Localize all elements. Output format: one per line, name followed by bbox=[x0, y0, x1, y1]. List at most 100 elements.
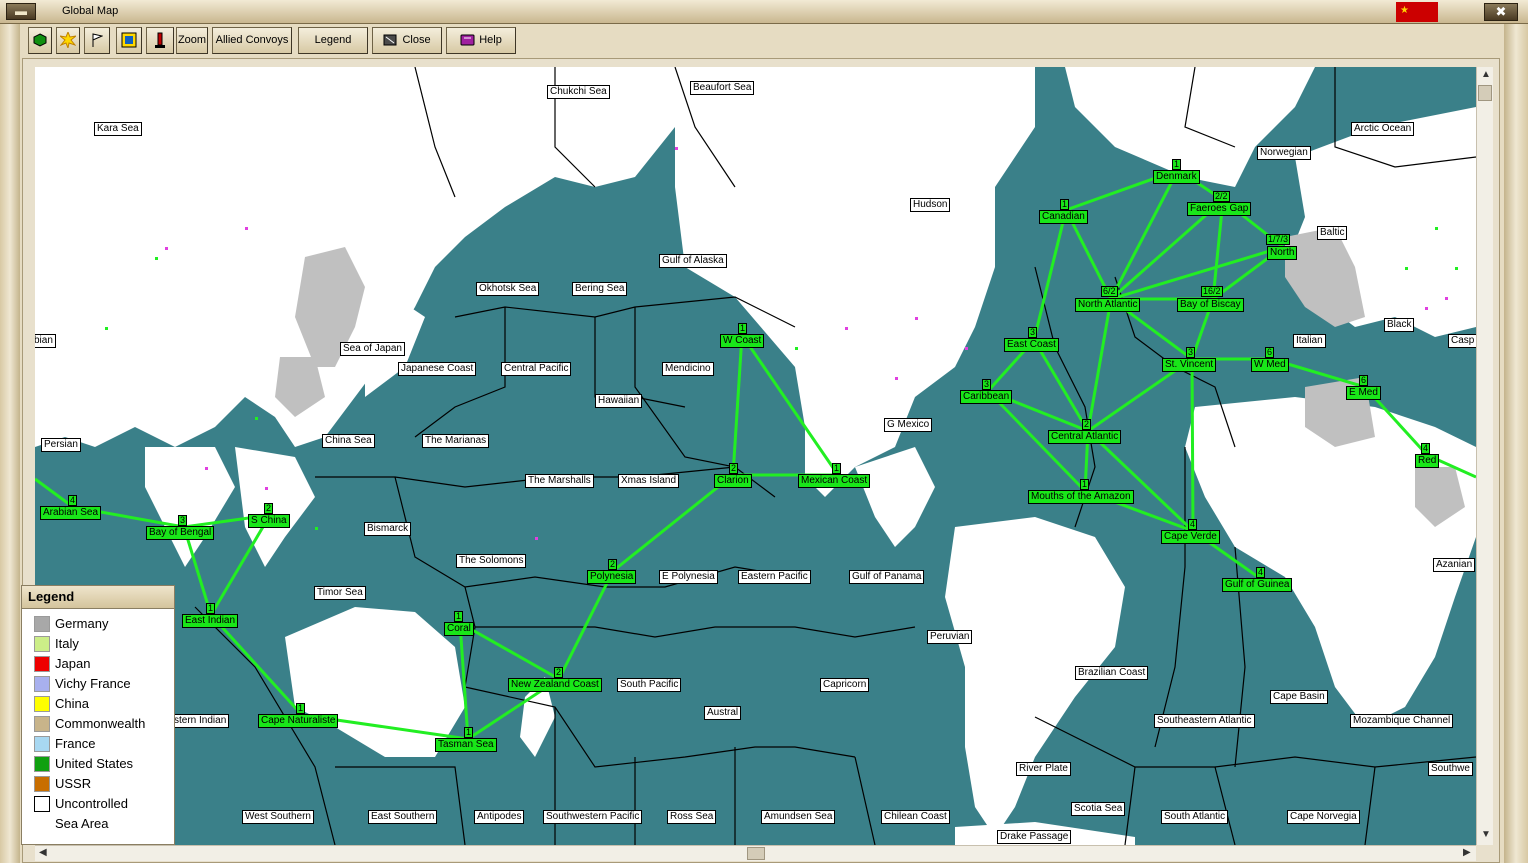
convoy-zone-label[interactable]: Arabian Sea bbox=[40, 506, 102, 520]
convoy-zone-label[interactable]: Red bbox=[1415, 454, 1440, 468]
scroll-right-icon[interactable]: ▶ bbox=[1463, 847, 1471, 858]
convoy-zone-label[interactable]: Cape Verde bbox=[1161, 530, 1220, 544]
sea-label[interactable]: Hawaiian bbox=[595, 394, 643, 408]
show-units-button[interactable] bbox=[28, 27, 52, 54]
convoy-zone-label[interactable]: North bbox=[1267, 246, 1298, 260]
sea-label[interactable]: Brazilian Coast bbox=[1075, 666, 1149, 680]
sea-label[interactable]: Okhotsk Sea bbox=[476, 282, 540, 296]
sea-label[interactable]: Ross Sea bbox=[667, 810, 717, 824]
scroll-left-icon[interactable]: ◀ bbox=[39, 847, 47, 858]
zoom-button[interactable]: Zoom bbox=[176, 27, 208, 54]
sea-label[interactable]: Bering Sea bbox=[572, 282, 628, 296]
sea-label[interactable]: Sea of Japan bbox=[340, 342, 405, 356]
sea-label[interactable]: South Atlantic bbox=[1161, 810, 1229, 824]
sea-label[interactable]: Timor Sea bbox=[314, 586, 366, 600]
sea-label[interactable]: Southwe bbox=[1428, 762, 1473, 776]
sea-label[interactable]: Hudson bbox=[910, 198, 951, 212]
scroll-down-icon[interactable]: ▼ bbox=[1481, 829, 1491, 840]
sea-label[interactable]: West Southern bbox=[242, 810, 314, 824]
sea-label[interactable]: Austral bbox=[704, 706, 742, 720]
convoy-zone-label[interactable]: Cape Naturaliste bbox=[258, 714, 339, 728]
allied-convoys-button[interactable]: Allied Convoys bbox=[212, 27, 292, 54]
sea-label[interactable]: East Southern bbox=[368, 810, 438, 824]
close-window-button[interactable]: ✖ bbox=[1484, 3, 1518, 21]
convoy-zone-label[interactable]: Mexican Coast bbox=[798, 474, 871, 488]
convoy-zone-label[interactable]: North Atlantic bbox=[1075, 298, 1141, 312]
convoy-zone-label[interactable]: Caribbean bbox=[960, 390, 1013, 404]
global-map[interactable]: Kara Sea Chukchi Sea Beaufort Sea Arctic… bbox=[35, 67, 1476, 845]
show-leaders-button[interactable] bbox=[146, 27, 174, 54]
convoy-zone-label[interactable]: Denmark bbox=[1153, 170, 1200, 184]
sea-label[interactable]: The Marshalls bbox=[525, 474, 594, 488]
sea-label[interactable]: China Sea bbox=[322, 434, 375, 448]
vertical-scroll-thumb[interactable] bbox=[1478, 85, 1492, 101]
scroll-up-icon[interactable]: ▲ bbox=[1481, 69, 1491, 80]
convoy-zone-label[interactable]: Clarion bbox=[714, 474, 752, 488]
convoy-zone-label[interactable]: New Zealand Coast bbox=[508, 678, 602, 692]
title-bar[interactable]: ▬ Global Map ★ ✖ bbox=[0, 0, 1528, 24]
sea-label[interactable]: Cape Basin bbox=[1270, 690, 1328, 704]
convoy-zone-label[interactable]: Faeroes Gap bbox=[1187, 202, 1252, 216]
sea-label[interactable]: Baltic bbox=[1317, 226, 1348, 240]
sea-label[interactable]: Gulf of Panama bbox=[849, 570, 925, 584]
sea-label[interactable]: Beaufort Sea bbox=[690, 81, 755, 95]
sea-label[interactable]: Cape Norvegia bbox=[1287, 810, 1360, 824]
sea-label[interactable]: Gulf of Alaska bbox=[659, 254, 727, 268]
sea-label[interactable]: bian bbox=[35, 334, 56, 348]
sea-label[interactable]: Azanian bbox=[1433, 558, 1476, 572]
sea-label[interactable]: Peruvian bbox=[927, 630, 973, 644]
sea-label[interactable]: Southeastern Atlantic bbox=[1154, 714, 1255, 728]
show-combat-button[interactable] bbox=[56, 27, 80, 54]
convoy-zone-label[interactable]: Coral bbox=[444, 622, 474, 636]
convoy-zone-label[interactable]: S China bbox=[248, 514, 290, 528]
convoy-zone-label[interactable]: W Med bbox=[1251, 358, 1289, 372]
convoy-zone-label[interactable]: Central Atlantic bbox=[1048, 430, 1122, 444]
sea-label[interactable]: Antipodes bbox=[474, 810, 525, 824]
vertical-scrollbar[interactable]: ▲ ▼ bbox=[1476, 67, 1493, 845]
convoy-zone-label[interactable]: St. Vincent bbox=[1162, 358, 1217, 372]
convoy-zone-label[interactable]: Gulf of Guinea bbox=[1222, 578, 1293, 592]
convoy-zone-label[interactable]: Tasman Sea bbox=[435, 738, 497, 752]
sea-label[interactable]: Japanese Coast bbox=[398, 362, 477, 376]
sea-label[interactable]: Norwegian bbox=[1257, 146, 1311, 160]
sea-label[interactable]: Bismarck bbox=[364, 522, 412, 536]
convoy-zone-label[interactable]: Mouths of the Amazon bbox=[1028, 490, 1134, 504]
sea-label[interactable]: Scotia Sea bbox=[1071, 802, 1126, 816]
show-flags-button[interactable] bbox=[84, 27, 110, 54]
convoy-zone-label[interactable]: Polynesia bbox=[587, 570, 637, 584]
sea-label[interactable]: The Marianas bbox=[422, 434, 490, 448]
convoy-zone-label[interactable]: East Coast bbox=[1004, 338, 1059, 352]
convoy-zone-label[interactable]: East Indian bbox=[182, 614, 239, 628]
convoy-zone-label[interactable]: Bay of Bengal bbox=[146, 526, 215, 540]
sea-label[interactable]: Persian bbox=[41, 438, 81, 452]
sea-label[interactable]: Southwestern Pacific bbox=[543, 810, 643, 824]
sea-label[interactable]: Casp bbox=[1448, 334, 1476, 348]
sea-label[interactable]: Central Pacific bbox=[501, 362, 572, 376]
sea-label[interactable]: Italian bbox=[1293, 334, 1326, 348]
sea-label[interactable]: Eastern Pacific bbox=[738, 570, 811, 584]
sea-label[interactable]: Chukchi Sea bbox=[547, 85, 610, 99]
horizontal-scroll-thumb[interactable] bbox=[747, 847, 765, 860]
legend-button[interactable]: Legend bbox=[298, 27, 368, 54]
sea-label[interactable]: Chilean Coast bbox=[881, 810, 950, 824]
help-button[interactable]: Help bbox=[446, 27, 516, 54]
sea-label[interactable]: E Polynesia bbox=[659, 570, 718, 584]
sea-label[interactable]: South Pacific bbox=[617, 678, 682, 692]
sea-label[interactable]: Drake Passage bbox=[997, 830, 1072, 844]
game-menu-icon[interactable]: ▬ bbox=[6, 3, 36, 20]
horizontal-scrollbar[interactable]: ◀ ▶ bbox=[35, 845, 1476, 861]
convoy-zone-label[interactable]: W Coast bbox=[720, 334, 765, 348]
sea-label[interactable]: stern Indian bbox=[171, 714, 230, 728]
sea-label[interactable]: Arctic Ocean bbox=[1351, 122, 1415, 136]
sea-label[interactable]: Mendicino bbox=[662, 362, 714, 376]
sea-label[interactable]: G Mexico bbox=[884, 418, 933, 432]
sea-label[interactable]: Amundsen Sea bbox=[761, 810, 836, 824]
convoy-zone-label[interactable]: E Med bbox=[1346, 386, 1381, 400]
convoy-zone-label[interactable]: Bay of Biscay bbox=[1177, 298, 1244, 312]
sea-label[interactable]: Kara Sea bbox=[94, 122, 142, 136]
sea-label[interactable]: The Solomons bbox=[456, 554, 527, 568]
convoy-zone-label[interactable]: Canadian bbox=[1039, 210, 1088, 224]
sea-label[interactable]: Mozambique Channel bbox=[1350, 714, 1454, 728]
sea-label[interactable]: River Plate bbox=[1016, 762, 1071, 776]
sea-label[interactable]: Xmas Island bbox=[618, 474, 680, 488]
